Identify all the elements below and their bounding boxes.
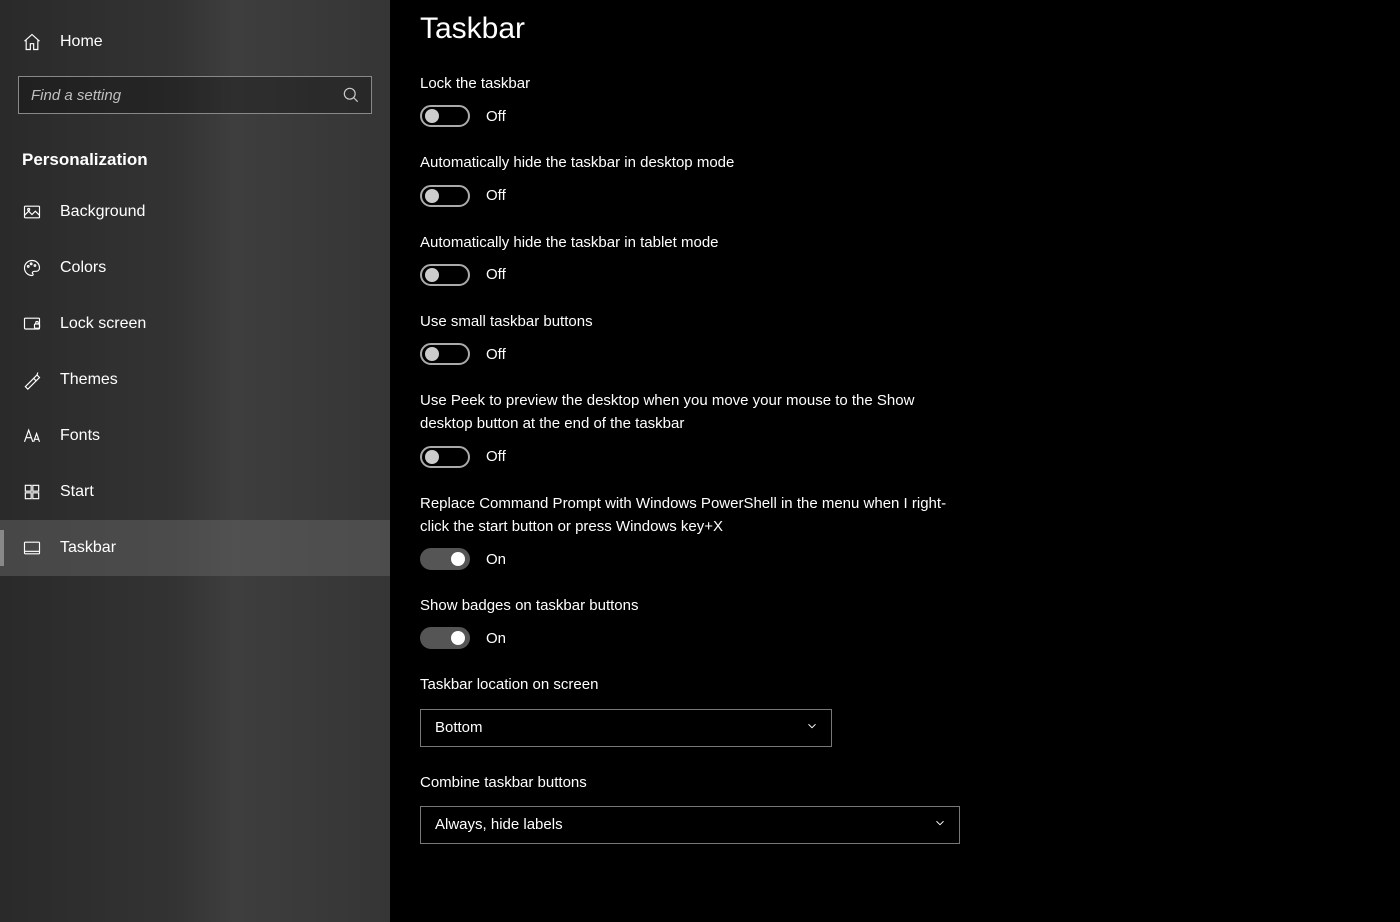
sidebar-item-label: Background xyxy=(60,203,145,221)
home-label: Home xyxy=(60,33,103,51)
palette-icon xyxy=(22,258,42,278)
sidebar: Home Personalization Background Colors xyxy=(0,0,390,922)
setting-autohide-desktop: Automatically hide the taskbar in deskto… xyxy=(420,151,1360,206)
home-icon xyxy=(22,32,42,52)
themes-icon xyxy=(22,370,42,390)
section-title: Personalization xyxy=(0,122,390,184)
toggle-state: Off xyxy=(486,346,506,363)
lock-screen-icon xyxy=(22,314,42,334)
sidebar-item-label: Fonts xyxy=(60,427,100,445)
toggle-state: Off xyxy=(486,187,506,204)
sidebar-item-start[interactable]: Start xyxy=(0,464,390,520)
toggle-lock-taskbar[interactable] xyxy=(420,105,470,127)
chevron-down-icon xyxy=(805,719,819,737)
sidebar-item-background[interactable]: Background xyxy=(0,184,390,240)
sidebar-item-lock-screen[interactable]: Lock screen xyxy=(0,296,390,352)
setting-label: Lock the taskbar xyxy=(420,72,960,95)
select-value: Always, hide labels xyxy=(435,816,563,833)
search-icon xyxy=(341,85,361,105)
setting-label: Taskbar location on screen xyxy=(420,673,960,696)
sidebar-item-label: Colors xyxy=(60,259,106,277)
sidebar-item-label: Themes xyxy=(60,371,118,389)
toggle-state: On xyxy=(486,630,506,647)
start-icon xyxy=(22,482,42,502)
image-icon xyxy=(22,202,42,222)
toggle-state: Off xyxy=(486,448,506,465)
home-button[interactable]: Home xyxy=(0,18,390,66)
setting-taskbar-location: Taskbar location on screen Bottom xyxy=(420,673,1360,746)
content-area: Taskbar Lock the taskbar Off Automatical… xyxy=(390,0,1400,922)
setting-peek: Use Peek to preview the desktop when you… xyxy=(420,389,1360,468)
sidebar-item-label: Start xyxy=(60,483,94,501)
sidebar-item-taskbar[interactable]: Taskbar xyxy=(0,520,390,576)
toggle-small-buttons[interactable] xyxy=(420,343,470,365)
toggle-badges[interactable] xyxy=(420,627,470,649)
sidebar-item-label: Lock screen xyxy=(60,315,146,333)
setting-label: Automatically hide the taskbar in deskto… xyxy=(420,151,960,174)
setting-combine-buttons: Combine taskbar buttons Always, hide lab… xyxy=(420,771,1360,844)
setting-label: Show badges on taskbar buttons xyxy=(420,594,960,617)
sidebar-item-fonts[interactable]: Fonts xyxy=(0,408,390,464)
select-value: Bottom xyxy=(435,719,483,736)
sidebar-item-colors[interactable]: Colors xyxy=(0,240,390,296)
search-box[interactable] xyxy=(18,76,372,114)
setting-lock-taskbar: Lock the taskbar Off xyxy=(420,72,1360,127)
page-title: Taskbar xyxy=(420,12,1360,46)
taskbar-icon xyxy=(22,538,42,558)
setting-label: Replace Command Prompt with Windows Powe… xyxy=(420,492,960,539)
toggle-autohide-desktop[interactable] xyxy=(420,185,470,207)
toggle-powershell[interactable] xyxy=(420,548,470,570)
select-combine-buttons[interactable]: Always, hide labels xyxy=(420,806,960,844)
select-taskbar-location[interactable]: Bottom xyxy=(420,709,832,747)
setting-label: Use small taskbar buttons xyxy=(420,310,960,333)
toggle-state: On xyxy=(486,551,506,568)
setting-powershell: Replace Command Prompt with Windows Powe… xyxy=(420,492,1360,571)
setting-label: Automatically hide the taskbar in tablet… xyxy=(420,231,960,254)
toggle-autohide-tablet[interactable] xyxy=(420,264,470,286)
setting-label: Combine taskbar buttons xyxy=(420,771,960,794)
sidebar-item-label: Taskbar xyxy=(60,539,116,557)
toggle-peek[interactable] xyxy=(420,446,470,468)
chevron-down-icon xyxy=(933,816,947,834)
sidebar-item-themes[interactable]: Themes xyxy=(0,352,390,408)
setting-label: Use Peek to preview the desktop when you… xyxy=(420,389,960,436)
fonts-icon xyxy=(22,426,42,446)
search-input[interactable] xyxy=(31,87,333,104)
setting-small-buttons: Use small taskbar buttons Off xyxy=(420,310,1360,365)
setting-autohide-tablet: Automatically hide the taskbar in tablet… xyxy=(420,231,1360,286)
setting-badges: Show badges on taskbar buttons On xyxy=(420,594,1360,649)
toggle-state: Off xyxy=(486,266,506,283)
toggle-state: Off xyxy=(486,108,506,125)
